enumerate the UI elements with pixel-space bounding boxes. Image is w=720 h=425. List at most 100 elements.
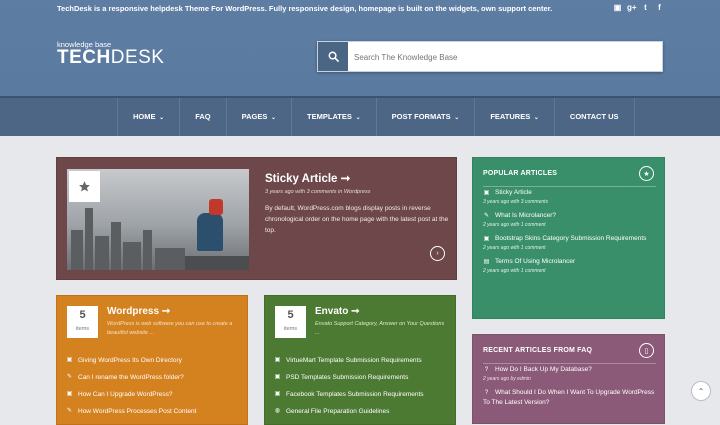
logo-bold: TECH (57, 47, 111, 68)
facebook-icon[interactable]: f (655, 3, 664, 12)
item-count-label: items (75, 326, 90, 332)
image-icon: ▣ (274, 357, 281, 363)
image-icon: ▣ (66, 357, 73, 363)
top-bar: TechDesk is a responsive helpdesk Theme … (0, 0, 720, 18)
nav-item-templates[interactable]: TEMPLATES ⌄ (291, 98, 376, 136)
popular-list: ▣ Sticky Article 3 years ago with 3 comme… (483, 188, 658, 280)
category-description: WordPress is web software you can use to… (107, 321, 233, 336)
chevron-down-icon: ⌄ (353, 115, 361, 121)
nav-item-post-formats[interactable]: POST FORMATS ⌄ (375, 98, 475, 136)
pencil-icon: ✎ (66, 374, 73, 380)
list-item[interactable]: ▣ VirtueMart Template Submission Requirem… (274, 352, 454, 369)
widget-heading: RECENT ARTICLES FROM FAQ (483, 347, 593, 354)
article-title: Giving WordPress Its Own Directory (78, 357, 182, 364)
article-meta: 2 years ago by edmin (483, 376, 531, 382)
list-item[interactable]: ◍ General File Preparation Guidelines (274, 403, 454, 420)
category-title[interactable]: Wordpress ➞ (107, 306, 170, 317)
chevron-down-icon: ⌄ (157, 115, 165, 121)
article-title: General File Preparation Guidelines (286, 408, 390, 415)
site-tagline: TechDesk is a responsive helpdesk Theme … (57, 4, 553, 13)
pencil-icon: ✎ (66, 408, 73, 414)
nav-label: FEATURES (490, 112, 531, 121)
list-item[interactable]: ✎ Can I rename the WordPress folder? (66, 369, 246, 386)
article-title: What Is Microlancer? (495, 212, 557, 219)
item-count: 5 (79, 309, 86, 321)
read-more-button[interactable]: › (430, 246, 445, 261)
list-item[interactable]: ✎ How WordPress Processes Post Content (66, 403, 246, 420)
list-item[interactable]: ✎ What Is Microlancer? 2 years ago with 1… (483, 211, 658, 229)
nav-item-faq[interactable]: FAQ (179, 98, 225, 136)
nav-label: CONTACT US (569, 112, 619, 121)
nav-item-features[interactable]: FEATURES ⌄ (474, 98, 554, 136)
building-shape (111, 222, 121, 270)
nav-label: PAGES (241, 112, 268, 121)
article-meta: 2 years ago with 1 comment (483, 268, 546, 274)
category-title[interactable]: Envato ➞ (315, 306, 360, 317)
building-shape (185, 256, 249, 270)
article-title: How Can I Upgrade WordPress? (78, 391, 173, 398)
list-item[interactable]: ▣ Giving WordPress Its Own Directory (66, 352, 246, 369)
recent-faq-widget: RECENT ARTICLES FROM FAQ ▯ ? How Do I Bac… (472, 334, 665, 424)
social-links: ▣ g+ t f (599, 3, 664, 12)
nav-item-home[interactable]: HOME ⌄ (117, 98, 179, 136)
list-item[interactable]: ? How Do I Back Up My Database? 2 years a… (483, 365, 658, 383)
image-icon: ▣ (483, 190, 490, 196)
question-icon: ? (484, 367, 489, 373)
building-shape (85, 208, 93, 270)
scroll-to-top-button[interactable]: ⌃ (691, 381, 711, 401)
article-title: Terms Of Using Microlancer (495, 258, 576, 265)
list-item[interactable]: ▣ How Can I Upgrade WordPress? (66, 386, 246, 403)
list-item[interactable]: ▣ Sticky Article 3 years ago with 3 comme… (483, 188, 658, 206)
backpack-figure (209, 199, 223, 215)
search-input[interactable] (354, 49, 654, 65)
blogger-icon[interactable]: ▣ (613, 3, 622, 12)
building-shape (155, 248, 185, 270)
list-item[interactable]: ▣ Bootstrap Skins Category Submission Req… (483, 234, 658, 252)
faq-badge: ▯ (639, 343, 654, 358)
sticky-article-title[interactable]: Sticky Article ➞ (265, 171, 350, 185)
pencil-icon: ✎ (483, 213, 490, 219)
nav-item-contact-us[interactable]: CONTACT US (553, 98, 635, 136)
globe-icon: ◍ (274, 408, 281, 414)
nav-label: POST FORMATS (391, 112, 451, 121)
article-title: PSD Templates Submission Requirements (286, 374, 409, 381)
article-title: How WordPress Processes Post Content (78, 408, 197, 415)
star-icon: ★ (643, 170, 650, 178)
chevron-down-icon: ⌄ (532, 115, 539, 121)
logo-light: DESK (110, 47, 165, 68)
search-box (317, 41, 663, 72)
popular-badge: ★ (639, 166, 654, 181)
nav-item-pages[interactable]: PAGES ⌄ (225, 98, 291, 136)
list-item[interactable]: ▣ PSD Templates Submission Requirements (274, 369, 454, 386)
sticky-article-excerpt: By default, WordPress.com blogs display … (265, 205, 449, 234)
category-description: Envato Support Category, Answer on Your … (315, 321, 445, 336)
list-item[interactable]: ▤ Terms Of Using Microlancer 2 years ago … (483, 257, 658, 275)
article-title: Can I rename the WordPress folder? (78, 374, 184, 381)
google-plus-icon[interactable]: g+ (627, 3, 637, 12)
site-logo[interactable]: TECHDESK (57, 47, 164, 69)
document-icon: ▯ (644, 347, 649, 355)
nav-label: HOME (133, 112, 156, 121)
divider (483, 186, 656, 187)
twitter-icon[interactable]: t (641, 3, 650, 12)
film-icon: ▤ (483, 259, 490, 265)
building-shape (71, 230, 83, 270)
building-shape (123, 242, 141, 270)
item-count: 5 (287, 309, 294, 321)
popular-articles-widget: POPULAR ARTICLES ★ ▣ Sticky Article 3 yea… (472, 157, 665, 319)
list-item[interactable]: ▣ Facebook Templates Submission Requireme… (274, 386, 454, 403)
widget-heading: POPULAR ARTICLES (483, 170, 558, 177)
sticky-article-card: Sticky Article ➞ 3 years ago with 3 comm… (56, 157, 457, 280)
list-item[interactable]: ? What Should I Do When I Want To Upgrade… (483, 388, 658, 408)
apple-icon[interactable] (599, 3, 608, 12)
main-navigation: HOME ⌄ FAQ PAGES ⌄ TEMPLATES ⌄ POST FORM… (0, 96, 720, 136)
article-title: Facebook Templates Submission Requiremen… (286, 391, 424, 398)
category-card-wordpress: 5 items Wordpress ➞ WordPress is web sof… (56, 295, 248, 425)
sticky-badge (69, 171, 100, 202)
article-meta: 2 years ago with 1 comment (483, 222, 546, 228)
chevron-right-icon: › (436, 250, 439, 257)
article-title: How Do I Back Up My Database? (495, 366, 592, 373)
search-button[interactable] (318, 42, 348, 71)
building-shape (95, 236, 109, 270)
chevron-up-icon: ⌃ (697, 386, 705, 396)
